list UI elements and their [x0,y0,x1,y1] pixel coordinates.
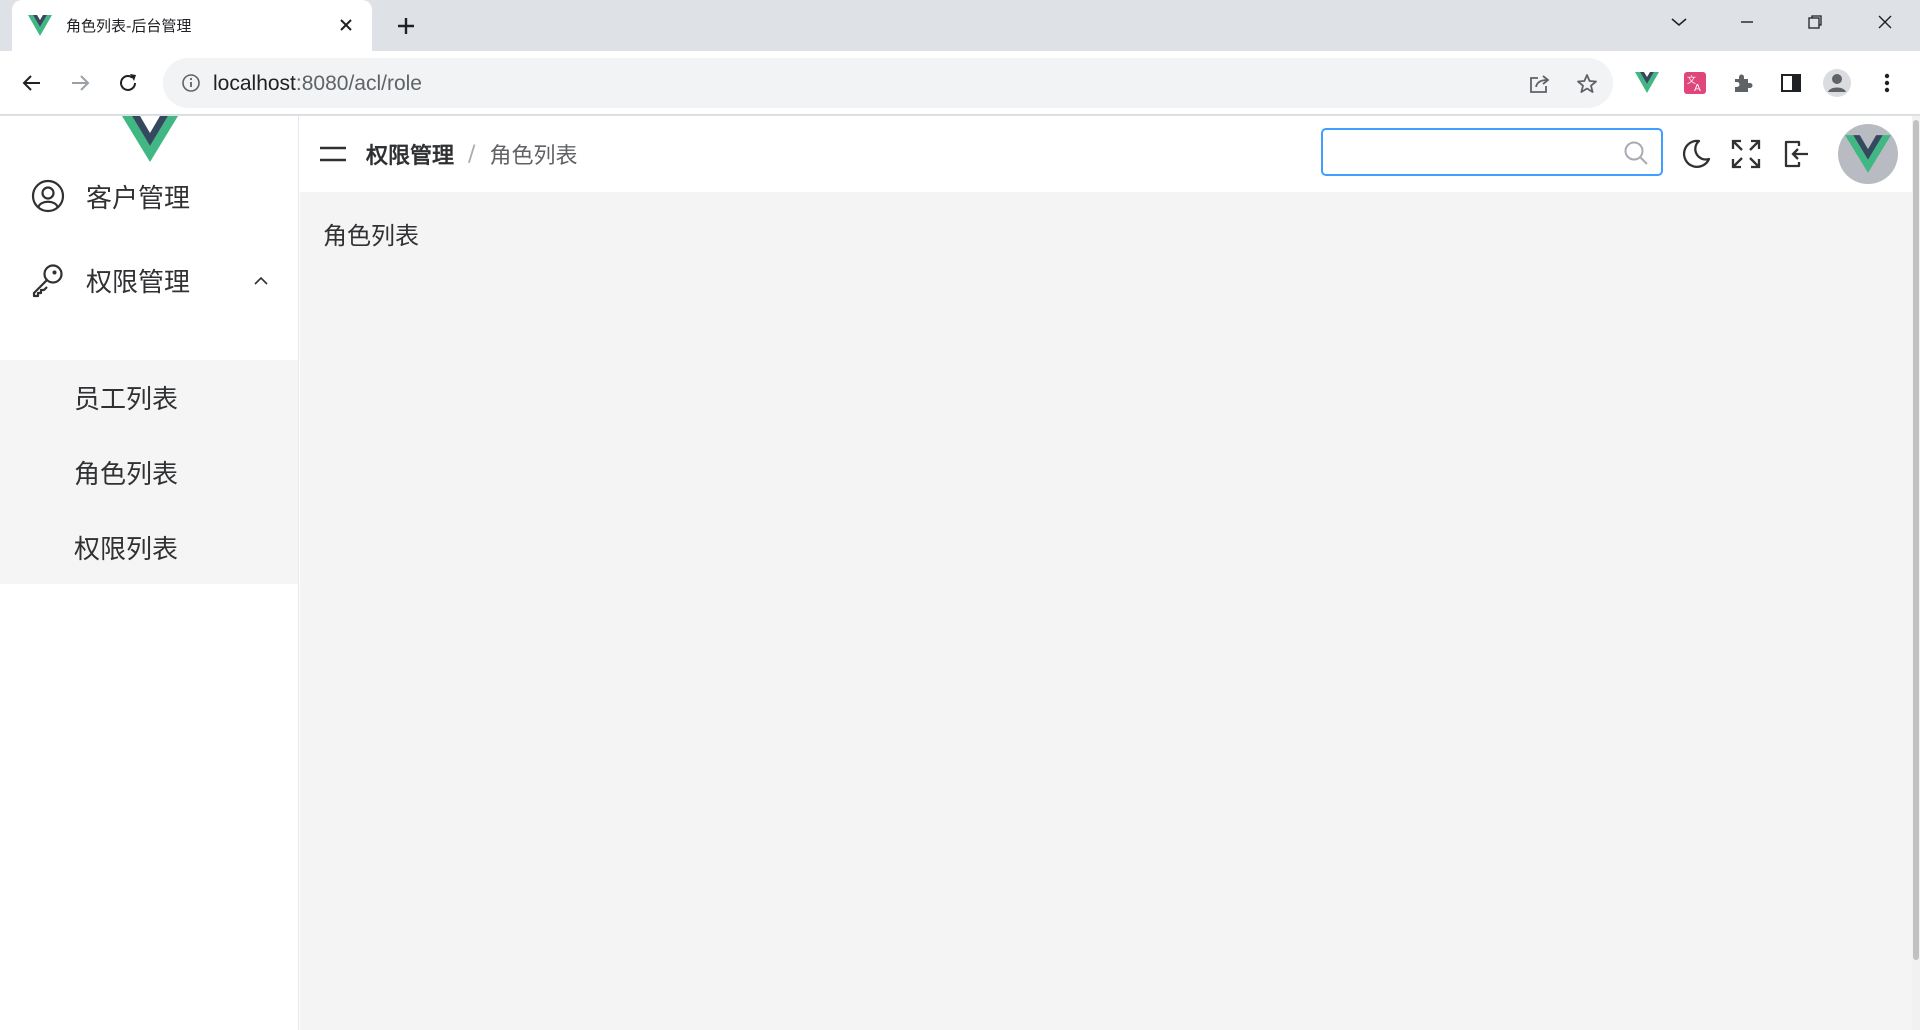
collapse-menu-icon[interactable] [318,140,348,168]
url-host: localhost [213,72,296,95]
extensions-puzzle-icon[interactable] [1726,66,1760,100]
logout-icon[interactable] [1778,136,1814,172]
close-window-button[interactable] [1856,0,1914,44]
restore-button[interactable] [1786,0,1844,44]
main-area: 权限管理 / 角色列表 角色列表 [300,116,1912,1030]
submenu-item-label: 员工列表 [74,385,179,415]
address-bar[interactable]: localhost:8080/acl/role [163,58,1613,108]
search-icon[interactable] [1623,140,1649,166]
submenu-item-employee-list[interactable]: 员工列表 [0,360,298,435]
page-title: 角色列表 [323,222,419,250]
translate-extension-icon[interactable]: 文A [1678,66,1712,100]
svg-text:A: A [1694,83,1701,94]
minimize-button[interactable] [1718,0,1776,44]
vue-favicon-icon [28,13,54,39]
permission-submenu: 员工列表 角色列表 权限列表 [0,360,298,584]
breadcrumb-separator: / [468,141,476,167]
side-panel-icon[interactable] [1774,66,1808,100]
browser-tab[interactable]: 角色列表-后台管理 [12,0,372,51]
site-info-icon[interactable] [179,71,203,95]
submenu-item-label: 权限列表 [74,535,179,565]
back-button[interactable] [14,65,50,101]
tab-search-chevron-icon[interactable] [1650,0,1708,44]
sidebar-item-label: 权限管理 [86,267,191,298]
reload-button[interactable] [110,65,146,101]
tab-close-icon[interactable] [334,13,358,37]
scrollbar-thumb[interactable] [1913,120,1919,960]
user-icon [30,178,66,214]
dark-mode-moon-icon[interactable] [1678,136,1714,172]
sidebar: 客户管理 权限管理 员工列表 角色列表 权限列表 [0,116,299,1030]
submenu-item-role-list[interactable]: 角色列表 [0,435,298,510]
share-icon[interactable] [1527,71,1553,97]
url-text: localhost:8080/acl/role [213,72,422,96]
new-tab-button[interactable] [390,10,422,42]
breadcrumb: 权限管理 / 角色列表 [366,138,577,170]
vue-devtools-extension-icon[interactable] [1630,66,1664,100]
key-icon [30,262,66,298]
bookmark-star-icon[interactable] [1574,71,1600,97]
profile-avatar-icon[interactable] [1820,66,1854,100]
breadcrumb-current: 角色列表 [489,144,578,169]
page-scrollbar[interactable] [1912,116,1920,1030]
browser-toolbar: localhost:8080/acl/role 文A [0,51,1920,115]
submenu-item-permission-list[interactable]: 权限列表 [0,510,298,585]
page-viewport: 客户管理 权限管理 员工列表 角色列表 权限列表 权限管理 / 角色列表 角色列… [0,116,1920,1030]
forward-button[interactable] [62,65,98,101]
fullscreen-icon[interactable] [1728,136,1764,172]
url-path: :8080/acl/role [295,72,422,95]
browser-menu-icon[interactable] [1870,66,1904,100]
top-header: 权限管理 / 角色列表 [300,116,1912,192]
search-input[interactable] [1335,138,1615,166]
sidebar-item-customer-management[interactable]: 客户管理 [0,156,298,236]
browser-tab-strip: 角色列表-后台管理 [0,0,1920,51]
submenu-item-label: 角色列表 [74,460,179,490]
search-box[interactable] [1321,128,1663,176]
sidebar-item-permission-management[interactable]: 权限管理 [0,240,298,320]
tab-title: 角色列表-后台管理 [66,17,192,35]
avatar[interactable] [1838,124,1898,184]
chevron-up-icon [252,272,270,290]
sidebar-item-label: 客户管理 [86,183,191,214]
breadcrumb-parent[interactable]: 权限管理 [366,138,454,170]
